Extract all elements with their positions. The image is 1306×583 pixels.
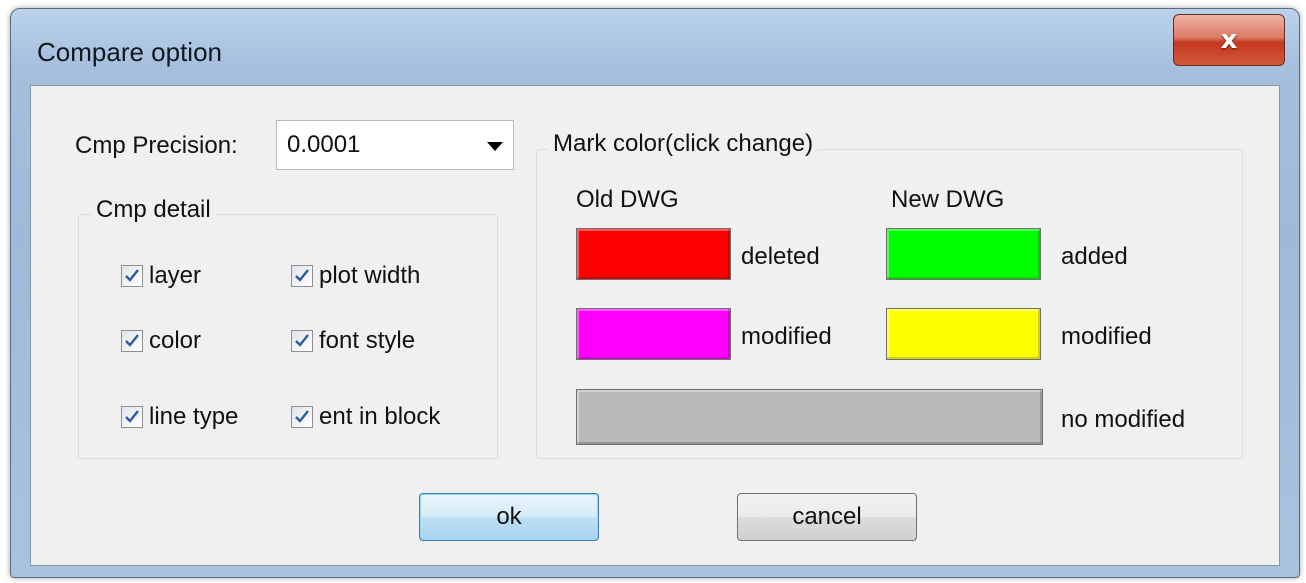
close-icon: x bbox=[1220, 25, 1238, 55]
title-bar[interactable]: Compare option x bbox=[11, 9, 1299, 85]
compare-option-dialog: Compare option x Cmp Precision: 0.0001 C… bbox=[10, 8, 1300, 578]
plot-width-label: plot width bbox=[319, 262, 421, 289]
deleted-label: deleted bbox=[741, 243, 820, 270]
deleted-color-swatch[interactable] bbox=[576, 228, 731, 280]
checkmark-icon bbox=[291, 330, 313, 352]
old-modified-color-swatch[interactable] bbox=[576, 308, 731, 360]
color-label: color bbox=[149, 327, 202, 354]
dialog-body: Cmp Precision: 0.0001 Cmp detail layer p… bbox=[30, 85, 1280, 566]
cancel-button[interactable]: cancel bbox=[737, 493, 917, 541]
old-dwg-header: Old DWG bbox=[576, 186, 679, 213]
new-modified-label: modified bbox=[1061, 323, 1152, 350]
layer-label: layer bbox=[149, 262, 202, 289]
precision-value: 0.0001 bbox=[287, 131, 361, 158]
new-dwg-header: New DWG bbox=[891, 186, 1005, 213]
line-type-checkbox[interactable]: line type bbox=[121, 402, 238, 432]
ent-in-block-checkbox[interactable]: ent in block bbox=[291, 402, 440, 432]
line-type-label: line type bbox=[149, 403, 239, 430]
ent-in-block-label: ent in block bbox=[319, 403, 441, 430]
precision-label: Cmp Precision: bbox=[75, 132, 238, 159]
new-modified-color-swatch[interactable] bbox=[886, 308, 1041, 360]
checkmark-icon bbox=[291, 406, 313, 428]
font-style-label: font style bbox=[319, 327, 416, 354]
plot-width-checkbox[interactable]: plot width bbox=[291, 261, 420, 291]
layer-checkbox[interactable]: layer bbox=[121, 261, 201, 291]
no-modified-color-swatch[interactable] bbox=[576, 389, 1043, 445]
checkmark-icon bbox=[121, 330, 143, 352]
checkmark-icon bbox=[291, 265, 313, 287]
close-button[interactable]: x bbox=[1173, 14, 1285, 66]
old-modified-label: modified bbox=[741, 323, 832, 350]
checkmark-icon bbox=[121, 406, 143, 428]
added-label: added bbox=[1061, 243, 1128, 270]
font-style-checkbox[interactable]: font style bbox=[291, 326, 415, 356]
checkmark-icon bbox=[121, 265, 143, 287]
cmp-detail-title: Cmp detail bbox=[91, 196, 216, 224]
added-color-swatch[interactable] bbox=[886, 228, 1041, 280]
color-checkbox[interactable]: color bbox=[121, 326, 201, 356]
ok-button[interactable]: ok bbox=[419, 493, 599, 541]
chevron-down-icon[interactable] bbox=[487, 142, 503, 151]
precision-select[interactable]: 0.0001 bbox=[276, 120, 514, 170]
dialog-title: Compare option bbox=[37, 37, 222, 67]
no-modified-label: no modified bbox=[1061, 406, 1186, 433]
mark-color-title: Mark color(click change) bbox=[548, 130, 819, 158]
